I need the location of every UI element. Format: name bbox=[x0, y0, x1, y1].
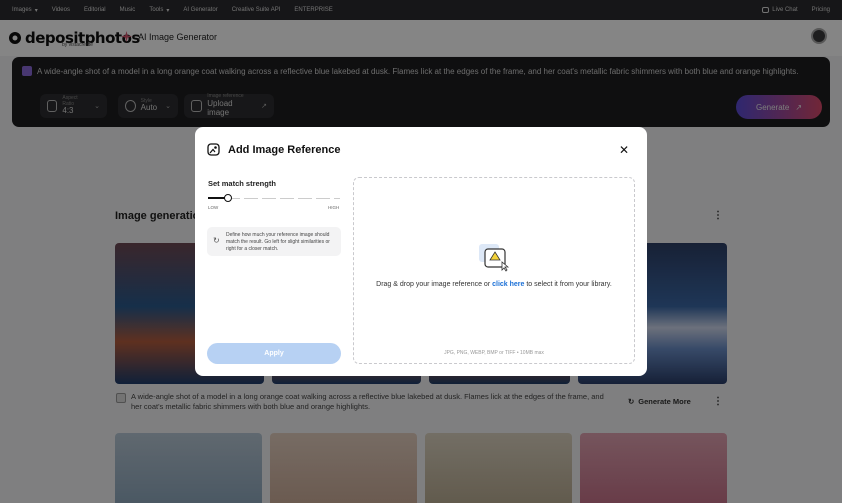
close-icon[interactable]: ✕ bbox=[619, 143, 629, 157]
slider-segment bbox=[262, 198, 276, 199]
match-strength-label: Set match strength bbox=[208, 179, 276, 188]
upload-image-icon bbox=[479, 244, 510, 272]
slider-segment bbox=[334, 198, 340, 199]
drop-instructions: Drag & drop your image reference or clic… bbox=[354, 281, 634, 288]
slider-segment bbox=[298, 198, 312, 199]
slider-high-label: HIGH bbox=[328, 205, 340, 210]
drop-text-before: Drag & drop your image reference or bbox=[376, 281, 493, 288]
slider-thumb[interactable] bbox=[224, 194, 232, 202]
image-drop-zone[interactable]: Drag & drop your image reference or clic… bbox=[353, 177, 635, 364]
info-text: Define how much your reference image sho… bbox=[226, 232, 330, 252]
apply-button[interactable]: Apply bbox=[207, 343, 341, 364]
dialog-title: Add Image Reference bbox=[228, 144, 341, 156]
click-here-link[interactable]: click here bbox=[492, 281, 524, 288]
info-box: ↻ Define how much your reference image s… bbox=[207, 227, 341, 256]
drop-text-after: to select it from your library. bbox=[524, 281, 612, 288]
slider-segment bbox=[316, 198, 330, 199]
match-strength-slider[interactable] bbox=[208, 194, 340, 202]
info-icon: ↻ bbox=[213, 236, 220, 245]
file-formats-hint: JPG, PNG, WEBP, BMP or TIFF • 10MB max bbox=[444, 350, 544, 356]
slider-segment bbox=[280, 198, 294, 199]
add-image-reference-dialog: Add Image Reference ✕ Set match strength… bbox=[195, 127, 647, 376]
slider-low-label: LOW bbox=[208, 205, 219, 210]
image-reference-icon bbox=[207, 143, 220, 156]
slider-segment bbox=[244, 198, 258, 199]
